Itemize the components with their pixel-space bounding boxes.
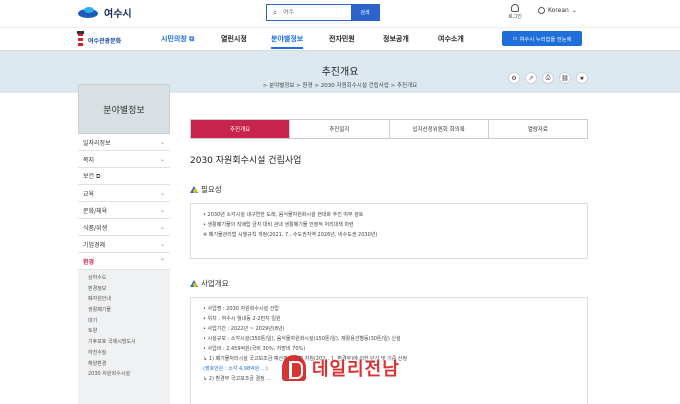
tab-overview[interactable]: 추진개요 xyxy=(191,120,291,138)
overview-line: • 사업기간 : 2022년 ~ 2029년(8년) xyxy=(203,326,285,332)
monitor-icon: ▭ xyxy=(512,35,518,42)
submenu-item[interactable]: 상하수도 xyxy=(88,273,170,284)
overview-box: • 사업명 : 2030 자원회수시설 건립 • 위치 : 여수시 월내동 2-… xyxy=(190,297,588,404)
sidebar-item-label: 환경 xyxy=(83,258,95,266)
nav-e-civil[interactable]: 전자민원 xyxy=(329,34,355,44)
sidebar-item-label: 복지 xyxy=(83,156,95,164)
section-heading-overview: 사업개요 xyxy=(190,278,229,289)
language-label: Korean xyxy=(548,7,569,14)
submenu-item[interactable]: 토양 xyxy=(88,326,170,337)
section-title: 필요성 xyxy=(201,185,222,194)
tourism-link[interactable]: 여수관광문화 xyxy=(76,31,121,49)
sidebar-item-jobs[interactable]: 일자리정보 ⌄ xyxy=(78,134,170,151)
chevron-down-icon: ⌄ xyxy=(159,138,165,146)
watermark-logo-icon xyxy=(282,355,306,381)
sidebar-item-culture[interactable]: 문화/체육 ⌄ xyxy=(78,202,170,219)
star-icon[interactable]: ★ xyxy=(576,72,588,84)
watermark: 데일리전남 xyxy=(282,355,400,381)
watermark-text: 데일리전남 xyxy=(312,359,400,380)
submenu-item[interactable]: 대기 xyxy=(88,316,170,327)
chevron-down-icon: ⌄ xyxy=(159,155,165,163)
submenu-item[interactable]: 기후보호 국제시범도시 xyxy=(88,337,170,348)
chevron-down-icon: ⌄ xyxy=(159,189,165,197)
sidebar-item-label: 보건 ⧉ xyxy=(83,173,101,180)
search-icon: ⌕ xyxy=(272,7,278,17)
sidebar-item-welfare[interactable]: 복지 ⌄ xyxy=(78,151,170,168)
search-box: ⌕ 검색 xyxy=(266,4,380,21)
nav-open-admin[interactable]: 열린시정 xyxy=(221,34,247,44)
page-title: 2030 자원회수시설 건립사업 xyxy=(190,156,302,166)
section-bullet-icon xyxy=(190,280,198,287)
language-select[interactable]: Korean ⌄ xyxy=(538,7,577,14)
login-button[interactable]: 로그인 xyxy=(504,4,526,20)
sidebar-item-label: 기업경제 xyxy=(83,241,106,249)
tab-progress-log[interactable]: 추진일지 xyxy=(290,120,390,138)
section-heading-necessity: 필요성 xyxy=(190,184,222,195)
nav-citizen-window[interactable]: 시민의창 ⧉ xyxy=(161,34,194,44)
sidebar-item-environment[interactable]: 환경 ⌃ xyxy=(78,253,170,270)
nav-field-info[interactable]: 분야별정보 xyxy=(271,34,304,49)
submenu-item[interactable]: 폐자원안내 xyxy=(88,294,170,305)
necessity-line: • 2030년 소각시설 내구연한 도래, 음식물자원화시설 현대화 추진 여부… xyxy=(203,212,364,218)
chevron-down-icon: ⌄ xyxy=(159,240,165,248)
sidebar-item-label: 일자리정보 xyxy=(83,139,111,147)
submenu-item[interactable]: 하천수질 xyxy=(88,348,170,359)
city-logo-icon xyxy=(78,6,100,20)
necessity-box: • 2030년 소각시설 내구연한 도래, 음식물자원화시설 현대화 추진 여부… xyxy=(190,203,588,259)
chevron-down-icon: ⌄ xyxy=(159,206,165,214)
overview-line: • 사업명 : 2030 자원회수시설 건립 xyxy=(203,306,279,312)
search-input[interactable] xyxy=(283,9,351,16)
sidebar-item-economy[interactable]: 기업경제 ⌄ xyxy=(78,236,170,253)
overview-line: • 시설규모 : 소각시설(350톤/일), 음식물자원화시설(150톤/일),… xyxy=(203,336,401,342)
logo-text: 여수시 xyxy=(104,9,132,20)
sidebar-item-label: 식품/위생 xyxy=(83,224,108,232)
sidebar-item-education[interactable]: 교육 ⌄ xyxy=(78,185,170,202)
submenu-item[interactable]: 생활폐기물 xyxy=(88,305,170,316)
sidebar-item-health[interactable]: 보건 ⧉ xyxy=(78,168,170,185)
sidebar-submenu: 상하수도 환경정보 폐자원안내 생활폐기물 대기 토양 기후보호 국제시범도시 … xyxy=(78,270,170,404)
submenu-item[interactable]: 환경정보 xyxy=(88,284,170,295)
lighthouse-icon xyxy=(76,31,85,49)
sitemap-button[interactable]: ▭ 여수시 누리집을 한눈에 xyxy=(502,31,582,46)
necessity-line: • 생활폐기물의 직매립 금지 대비 관내 생활폐기물 안정적 처리대책 마련 xyxy=(203,222,354,228)
share-icon[interactable]: ↗ xyxy=(525,72,537,84)
submenu-item[interactable]: 2030 자원회수시설 xyxy=(88,369,170,380)
sidebar-item-label: 교육 xyxy=(83,190,95,198)
sidebar-item-food[interactable]: 식품/위생 ⌄ xyxy=(78,219,170,236)
sidebar: 분야별정보 일자리정보 ⌄ 복지 ⌄ 보건 ⧉ 교육 ⌄ 문화/체육 ⌄ 식품/위생 ⌄ … xyxy=(78,84,170,404)
chevron-up-icon: ⌃ xyxy=(159,257,165,265)
link-icon[interactable]: ⛓ xyxy=(559,72,571,84)
print-icon[interactable]: ⎙ xyxy=(542,72,554,84)
nav-about-yeosu[interactable]: 여수소개 xyxy=(438,34,464,44)
section-bullet-icon xyxy=(190,186,198,193)
submenu-item[interactable]: 해양환경 xyxy=(88,359,170,370)
site-logo[interactable]: 여수시 xyxy=(78,5,132,20)
settings-icon[interactable]: ⚙ xyxy=(508,72,520,84)
user-icon xyxy=(511,4,519,12)
top-header: 여수시 ⌕ 검색 로그인 Korean ⌄ xyxy=(0,0,680,26)
tab-documents[interactable]: 열람자료 xyxy=(488,120,587,138)
section-title: 사업개요 xyxy=(201,279,229,288)
nav-info-disclosure[interactable]: 정보공개 xyxy=(383,34,409,44)
tab-committee-minutes[interactable]: 입지선정위원회 회의록 xyxy=(389,120,489,138)
overview-line: • 사업비 : 2,459억원(국비 30%, 지방비 70%) xyxy=(203,346,306,352)
sidebar-title: 분야별정보 xyxy=(78,84,170,134)
necessity-line: ※ 폐기물관리법 시행규칙 개정(2021. 7., 수도권지역 2026년, … xyxy=(203,232,378,238)
chevron-down-icon: ⌄ xyxy=(571,7,577,14)
overview-line: • 위치 : 여수시 월내동 2-2번지 일원 xyxy=(203,316,281,322)
globe-icon xyxy=(538,7,545,14)
brand-label: 여수관광문화 xyxy=(88,37,122,45)
login-label: 로그인 xyxy=(508,14,522,20)
page-tools: ⚙ ↗ ⎙ ⛓ ★ xyxy=(508,72,588,84)
chevron-down-icon: ⌄ xyxy=(159,223,165,231)
content-tabs: 추진개요 추진일지 입지선정위원회 회의록 열람자료 xyxy=(190,119,588,139)
main-nav: 여수관광문화 시민의창 ⧉ 열린시정 분야별정보 전자민원 정보공개 여수소개 … xyxy=(0,27,680,51)
search-button[interactable]: 검색 xyxy=(351,5,379,20)
sitemap-label: 여수시 누리집을 한눈에 xyxy=(519,36,572,43)
sidebar-item-label: 문화/체육 xyxy=(83,207,108,215)
